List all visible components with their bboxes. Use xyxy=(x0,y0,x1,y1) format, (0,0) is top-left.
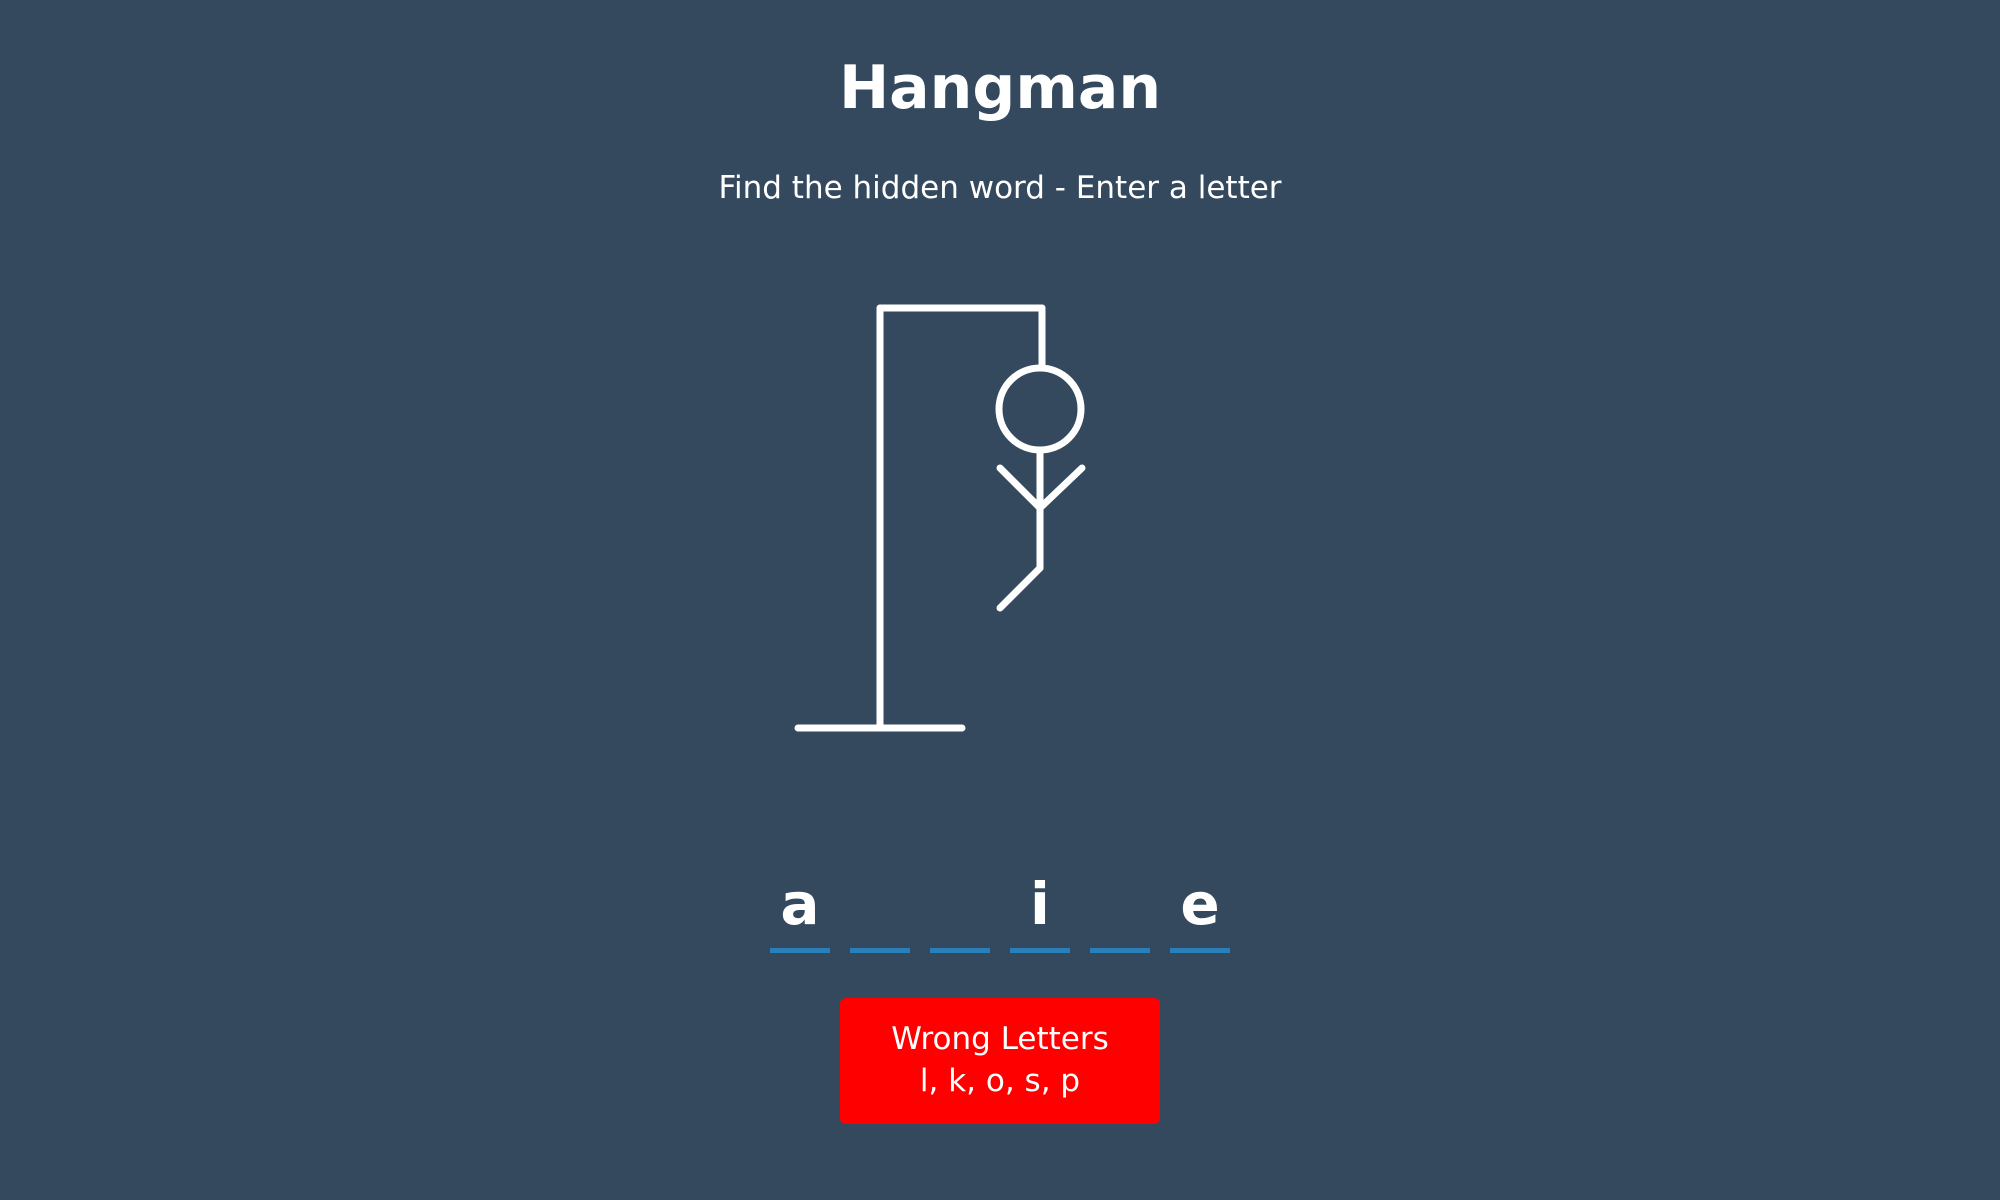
wrong-letters-panel: Wrong Letters l, k, o, s, p xyxy=(840,998,1160,1124)
letter-slot: i xyxy=(1010,860,1070,953)
wrong-letters-list: l, k, o, s, p xyxy=(919,1063,1081,1099)
figure-left-leg xyxy=(996,564,1044,612)
figure-right-arm xyxy=(1036,464,1086,512)
hidden-word: a i e xyxy=(0,860,2000,960)
hangman-drawing xyxy=(794,304,1086,732)
letter-slot xyxy=(1090,860,1150,953)
letter-slot xyxy=(930,860,990,953)
letter-slot: e xyxy=(1170,860,1230,953)
figure-head xyxy=(995,364,1085,454)
letter-slot: a xyxy=(770,860,830,953)
letter-slot xyxy=(850,860,910,953)
figure-left-arm xyxy=(996,464,1044,512)
wrong-letters-title: Wrong Letters xyxy=(891,1021,1109,1057)
